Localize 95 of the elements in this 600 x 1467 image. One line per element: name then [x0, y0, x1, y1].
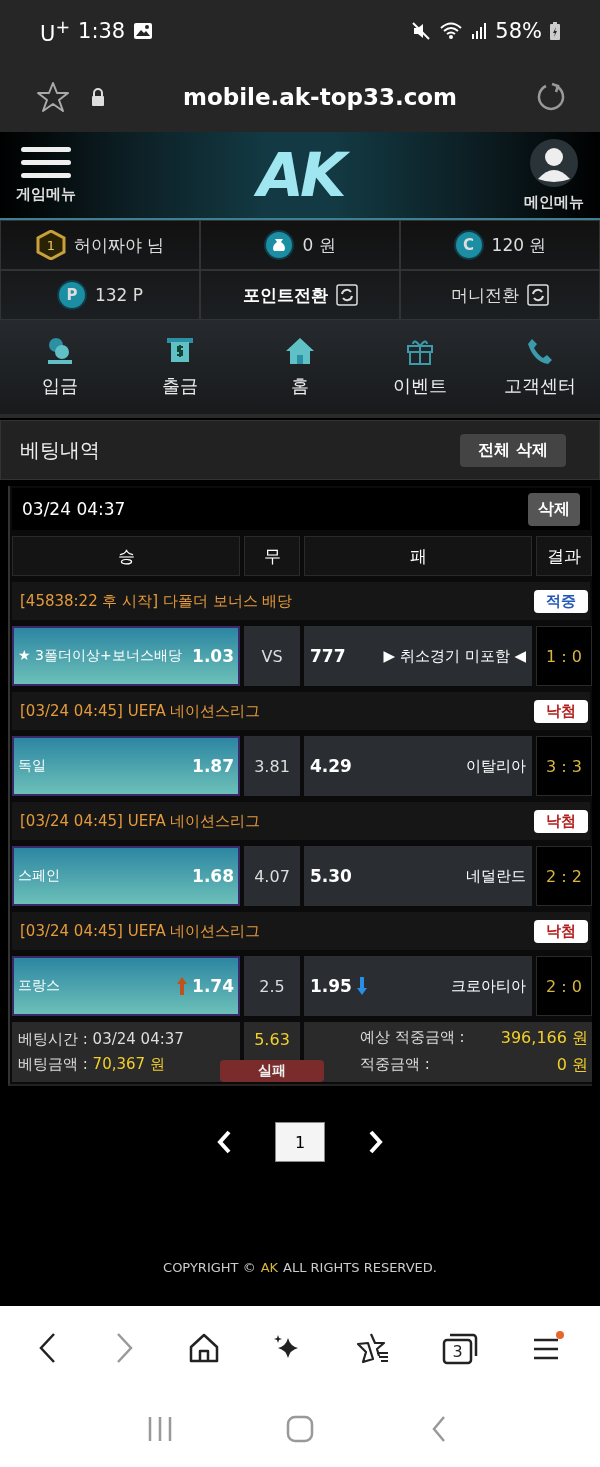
score: 2 : 0: [536, 956, 592, 1016]
result-tag: 적중: [534, 589, 588, 613]
account-text: 0 원: [302, 233, 336, 257]
bet-amount: 70,367 원: [92, 1055, 165, 1073]
logo[interactable]: AK: [247, 139, 353, 211]
away-odds: 5.30: [310, 866, 352, 886]
recent-apps-icon[interactable]: [146, 1414, 174, 1443]
account-text: 120 원: [491, 233, 547, 257]
coins-icon: [45, 336, 75, 366]
nav-item[interactable]: 이벤트: [360, 320, 480, 414]
currency-badge: P: [56, 280, 87, 310]
result-tag: 낙첨: [534, 809, 588, 833]
account-text: 허이짜야 님: [73, 233, 165, 257]
nav-item[interactable]: 출금: [120, 320, 240, 414]
battery-icon: [550, 22, 560, 40]
away-odds: 777: [310, 646, 346, 666]
carrier: U$^{+}$: [40, 16, 71, 46]
copyright-suffix: ALL RIGHTS RESERVED.: [283, 1260, 437, 1275]
away-team: ▶ 취소경기 미포함 ◀: [383, 646, 526, 666]
copyright-prefix: COPYRIGHT ©: [163, 1260, 256, 1275]
draw-pick[interactable]: VS: [244, 626, 300, 686]
bet-time: 베팅시간 : 03/24 04:37: [18, 1030, 185, 1049]
away-odds: 1.95: [310, 976, 352, 996]
mute-icon: [411, 21, 432, 41]
away-team: 크로아티아: [451, 976, 526, 996]
currency-badge: C: [453, 230, 484, 260]
nav-item[interactable]: 홈: [240, 320, 360, 414]
next-page-icon[interactable]: [367, 1129, 385, 1155]
copyright-brand: AK: [260, 1260, 279, 1275]
score: 3 : 3: [536, 736, 592, 796]
home-odds: 1.03: [192, 646, 234, 666]
draw-pick[interactable]: 2.5: [244, 956, 300, 1016]
home-odds: 1.74: [192, 976, 234, 996]
home-button-icon[interactable]: [286, 1414, 314, 1443]
away-odds: 4.29: [310, 756, 352, 776]
bet-date: 03/24 04:37: [22, 499, 126, 519]
league-title: [45838:22 후 시작] 다폴더 보너스 배당: [20, 591, 293, 611]
account-text: 132 P: [94, 285, 144, 305]
result-tag: 낙첨: [534, 919, 588, 943]
league-title: [03/24 04:45] UEFA 네이션스리그: [20, 701, 261, 721]
expected-label: 예상 적중금액 :: [360, 1028, 465, 1048]
home-odds: 1.68: [192, 866, 234, 886]
refresh-icon: [335, 284, 358, 306]
lock-icon: [90, 87, 106, 107]
away-team: 네덜란드: [466, 866, 526, 886]
column-header: 무: [244, 536, 300, 576]
bookmark-star-icon[interactable]: [36, 80, 70, 114]
amount-label: 베팅금액 :: [18, 1055, 88, 1073]
league-title: [03/24 04:45] UEFA 네이션스리그: [20, 811, 261, 831]
draw-pick[interactable]: 3.81: [244, 736, 300, 796]
delete-button[interactable]: 삭제: [528, 492, 580, 526]
won-label: 적중금액 :: [360, 1055, 430, 1075]
expected-amount: 396,166 원: [500, 1028, 588, 1049]
home-icon[interactable]: [188, 1332, 220, 1364]
clock: 1:38: [78, 19, 126, 43]
user-icon[interactable]: [530, 138, 578, 187]
draw-pick[interactable]: 4.07: [244, 846, 300, 906]
away-team: 이탈리아: [466, 756, 526, 776]
nav-item[interactable]: 고객센터: [480, 320, 600, 414]
column-header: 승: [12, 536, 240, 576]
image-icon: [133, 22, 154, 40]
away-pick[interactable]: 5.30 네덜란드: [304, 846, 532, 906]
account-text: 포인트전환: [242, 283, 328, 307]
level-badge-icon: 1: [35, 230, 66, 260]
column-header: 결과: [536, 536, 592, 576]
battery-percent: 58%: [495, 19, 542, 43]
account-text: 머니전환: [451, 283, 519, 307]
refresh-icon: [527, 284, 549, 306]
result-tag: 낙첨: [534, 699, 588, 723]
signal-icon: [471, 22, 488, 40]
away-pick[interactable]: 4.29 이탈리아: [304, 736, 532, 796]
delete-all-button[interactable]: 전체 삭제: [460, 433, 566, 467]
score: 2 : 2: [536, 846, 592, 906]
score: 1 : 0: [536, 626, 592, 686]
main-menu-label[interactable]: 메인메뉴: [524, 192, 584, 212]
won-amount: 0 원: [556, 1055, 588, 1076]
away-pick[interactable]: 1.95 크로아티아: [304, 956, 532, 1016]
page-button[interactable]: 1: [275, 1122, 325, 1162]
nav-item[interactable]: 입금: [0, 320, 120, 414]
convert-button[interactable]: 머니전환: [400, 270, 600, 320]
phone-icon: [526, 336, 554, 366]
previous-page-icon[interactable]: [215, 1129, 233, 1155]
outcome-tag: 실패: [220, 1060, 324, 1082]
home-odds: 1.87: [192, 756, 234, 776]
game-menu-label[interactable]: 게임메뉴: [16, 184, 76, 204]
house-icon: [285, 336, 315, 366]
money-bag-icon: [264, 230, 295, 260]
column-header: 패: [304, 536, 532, 576]
wifi-icon: [439, 21, 464, 41]
section-title: 베팅내역: [20, 436, 100, 464]
league-title: [03/24 04:45] UEFA 네이션스리그: [20, 921, 261, 941]
away-pick[interactable]: 777 ▶ 취소경기 미포함 ◀: [304, 626, 532, 686]
menu-icon[interactable]: [21, 146, 71, 179]
convert-button[interactable]: 포인트전환: [200, 270, 400, 320]
total-odds: 5.63: [254, 1030, 290, 1049]
